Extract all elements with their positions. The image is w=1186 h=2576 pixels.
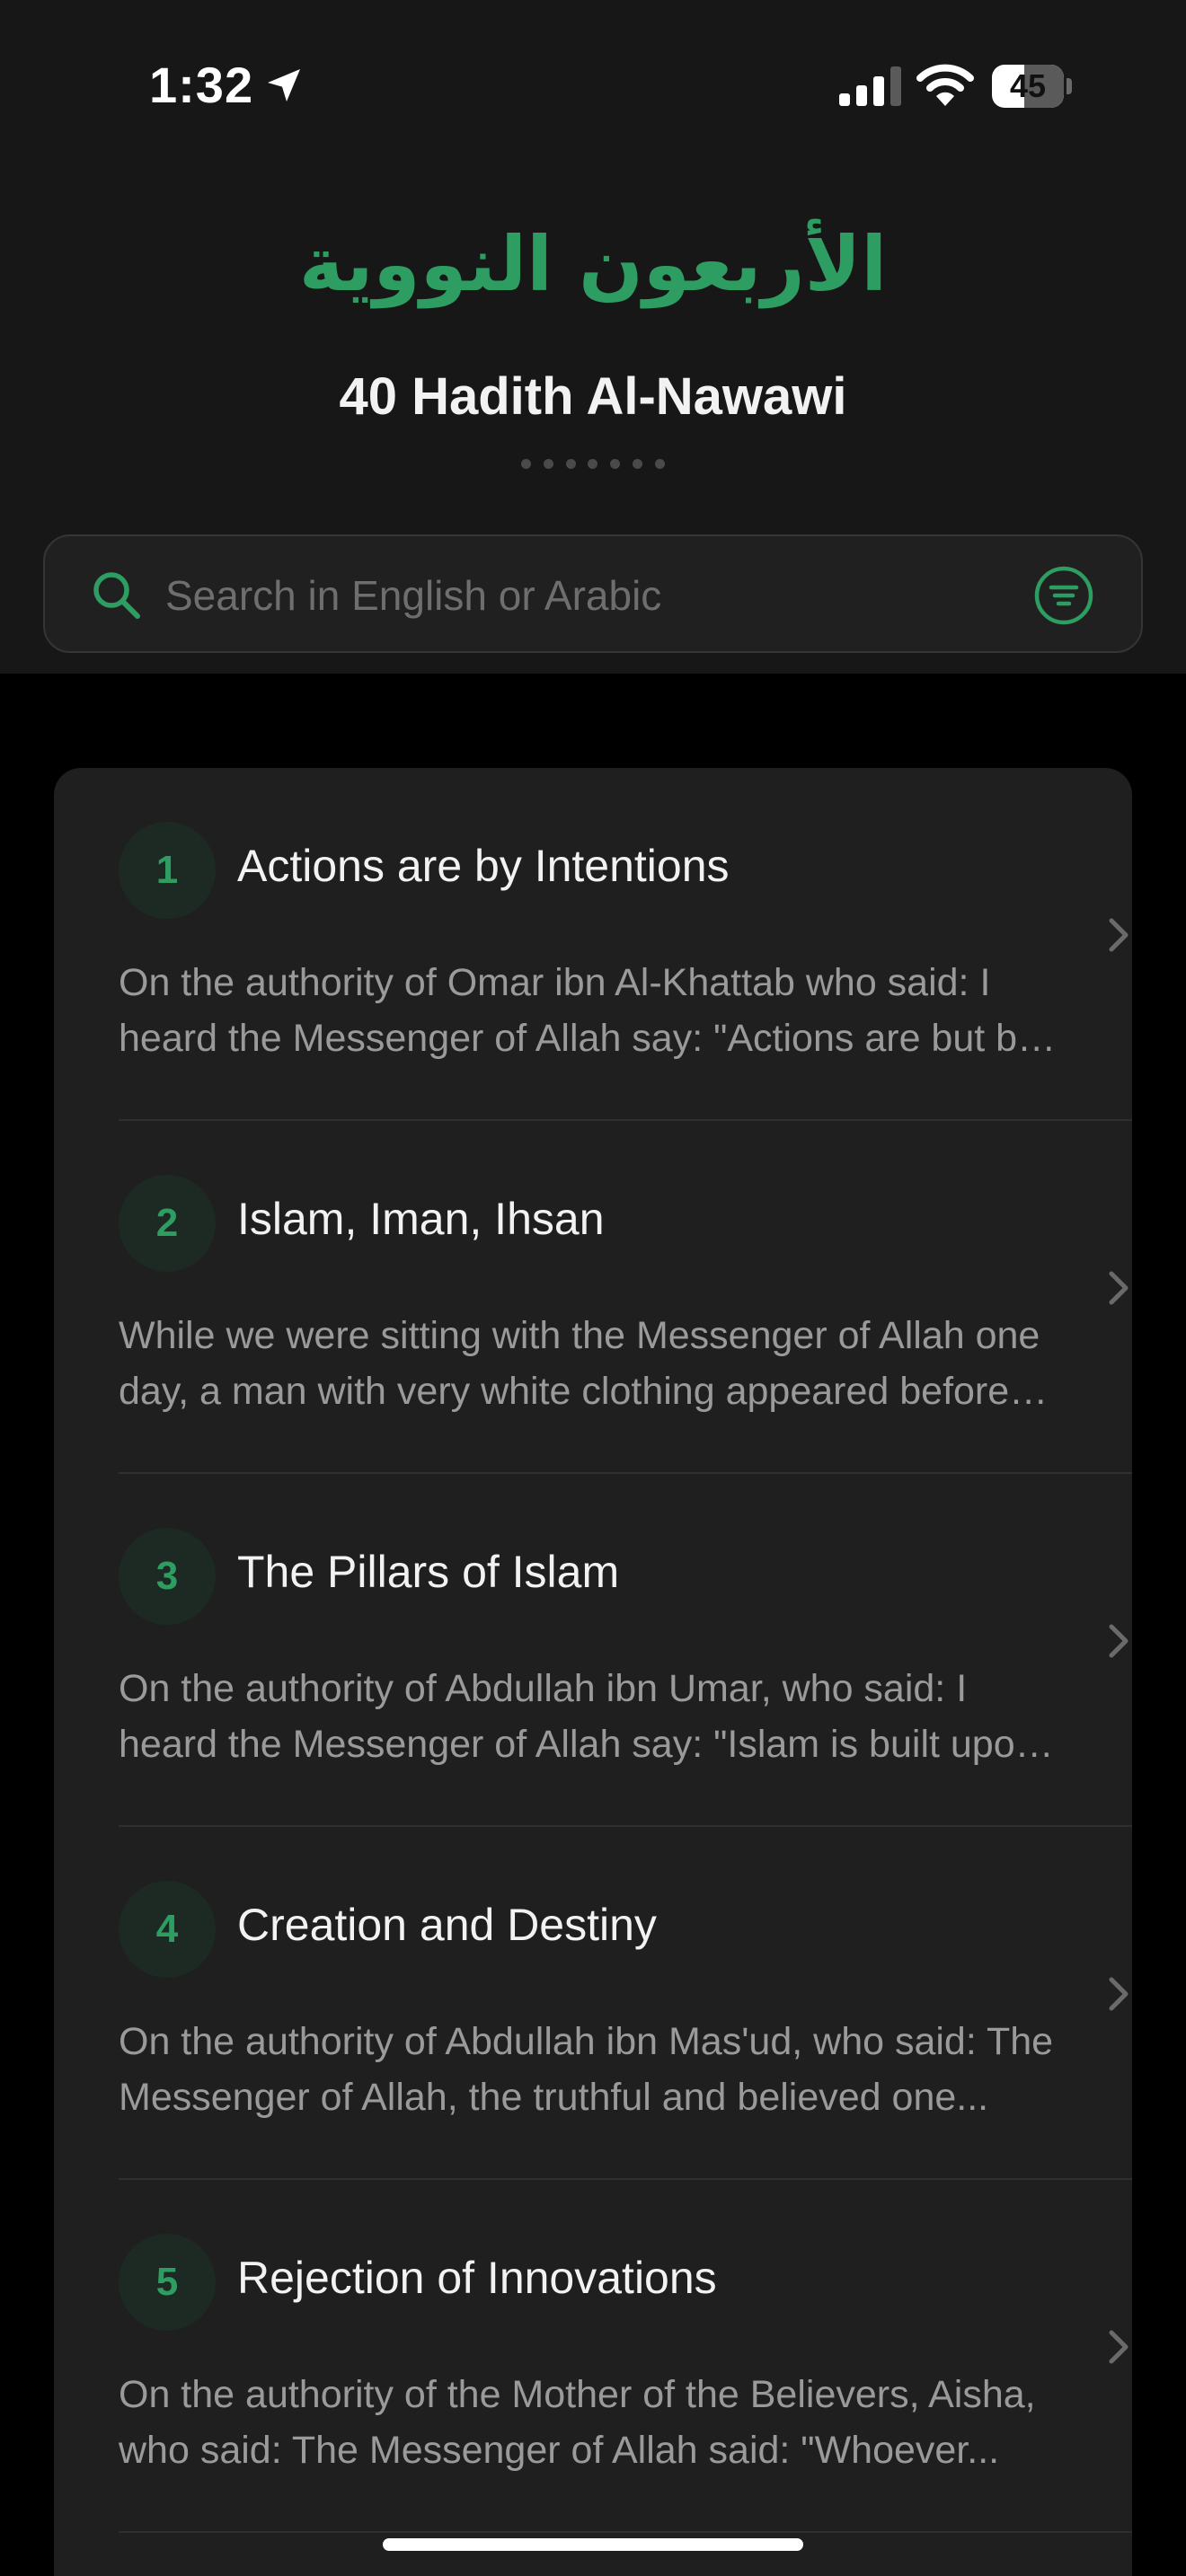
chevron-right-icon xyxy=(1109,1624,1128,1658)
page-dots xyxy=(521,459,665,470)
hadith-excerpt: On the authority of Abdullah ibn Umar, w… xyxy=(119,1667,1037,1766)
battery-cap xyxy=(1067,78,1072,94)
battery-indicator: 45 xyxy=(992,65,1072,108)
hadith-row[interactable]: 2 Islam, Iman, Ihsan While we were sitti… xyxy=(54,1121,1132,1474)
page-dot xyxy=(543,459,553,469)
hadith-title: Islam, Iman, Ihsan xyxy=(237,1194,605,1244)
page-dot xyxy=(610,459,621,469)
arabic-title: الأربعون النووية xyxy=(298,220,888,308)
page-title: 40 Hadith Al-Nawawi xyxy=(339,367,847,426)
app-screen: 1:32 45 الأربعون النووية 40 Hadith Al-Na… xyxy=(0,0,1186,2576)
location-arrow-icon xyxy=(268,68,301,101)
wifi-icon xyxy=(916,64,974,106)
search-input[interactable] xyxy=(165,560,1028,631)
hadith-list: 1 Actions are by Intentions On the autho… xyxy=(54,768,1132,2576)
status-bar: 1:32 45 xyxy=(0,0,1186,171)
search-icon xyxy=(93,572,140,619)
filter-icon[interactable] xyxy=(1033,565,1094,626)
page-dot xyxy=(521,459,531,469)
battery-percent: 45 xyxy=(1009,67,1047,104)
hadith-excerpt: On the authority of Omar ibn Al-Khattab … xyxy=(119,961,1037,1060)
status-time-text: 1:32 xyxy=(149,57,254,113)
page-dot xyxy=(654,459,665,469)
chevron-right-icon xyxy=(1109,918,1128,952)
hadith-number-badge: 5 xyxy=(119,2234,216,2331)
hadith-row[interactable]: 5 Rejection of Innovations On the author… xyxy=(54,2180,1132,2533)
hadith-number-badge: 2 xyxy=(119,1175,216,1272)
chevron-right-icon xyxy=(1109,1271,1128,1305)
hadith-title: Actions are by Intentions xyxy=(237,841,730,891)
header-area: 1:32 45 الأربعون النووية 40 Hadith Al-Na… xyxy=(0,0,1186,674)
hadith-number-badge: 3 xyxy=(119,1528,216,1625)
hadith-title: The Pillars of Islam xyxy=(237,1547,620,1597)
hadith-number-badge: 1 xyxy=(119,822,216,919)
row-divider xyxy=(119,2531,1132,2533)
page-dot xyxy=(588,459,598,469)
home-indicator[interactable] xyxy=(383,2538,803,2551)
hadith-excerpt: On the authority of the Mother of the Be… xyxy=(119,2373,1036,2472)
hadith-title: Rejection of Innovations xyxy=(237,2253,717,2303)
hadith-excerpt: While we were sitting with the Messenger… xyxy=(119,1314,1040,1413)
search-bar[interactable] xyxy=(43,534,1143,653)
battery-body: 45 xyxy=(992,65,1064,108)
cellular-signal-icon xyxy=(839,66,901,106)
hadith-title: Creation and Destiny xyxy=(237,1900,657,1950)
chevron-right-icon xyxy=(1109,1977,1128,2011)
hadith-row[interactable]: 1 Actions are by Intentions On the autho… xyxy=(54,768,1132,1121)
hadith-number-badge: 4 xyxy=(119,1881,216,1978)
page-dot xyxy=(633,459,643,469)
chevron-right-icon xyxy=(1109,2330,1128,2364)
hadith-row[interactable]: 4 Creation and Destiny On the authority … xyxy=(54,1827,1132,2180)
status-time: 1:32 xyxy=(149,56,305,114)
page-dot xyxy=(565,459,576,469)
hadith-excerpt: On the authority of Abdullah ibn Mas'ud,… xyxy=(119,2020,1054,2119)
hadith-row[interactable]: 3 The Pillars of Islam On the authority … xyxy=(54,1474,1132,1827)
